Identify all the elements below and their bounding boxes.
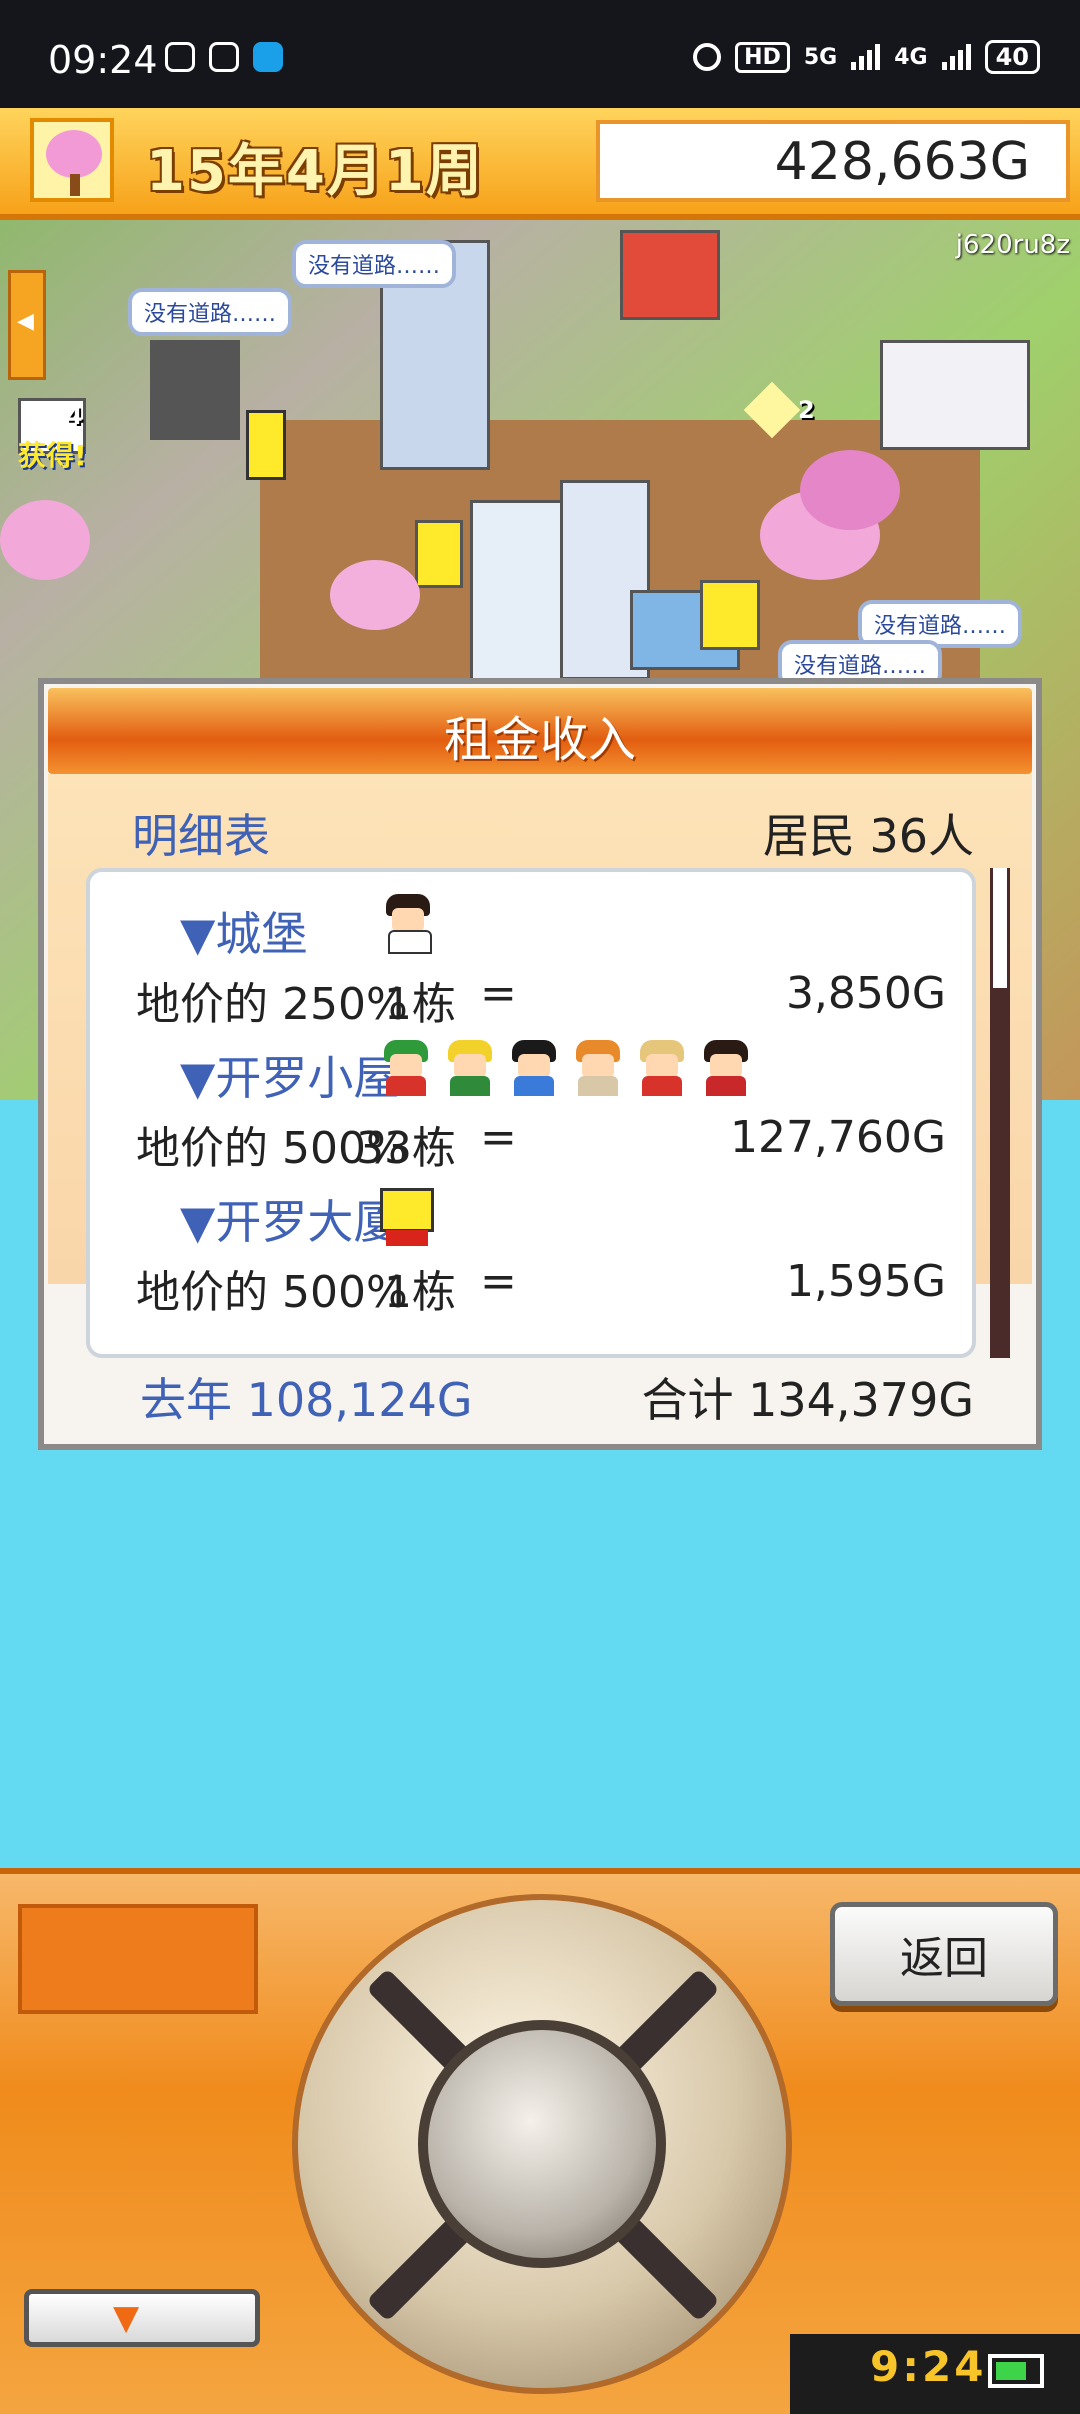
cherry-tree <box>330 560 420 630</box>
app-notification-icon <box>253 42 283 72</box>
dialog-title: 租金收入 <box>443 712 636 768</box>
cairo-mascot-icon <box>376 1180 438 1246</box>
battery-icon: 40 <box>984 40 1040 74</box>
hd-icon: HD <box>735 41 790 73</box>
building-type-cairo-house[interactable]: ▼开罗小屋 <box>180 1042 399 1108</box>
battery-icon <box>988 2354 1044 2388</box>
building-count: 1栋 <box>384 979 456 1030</box>
rent-amount: 1,595G <box>785 1256 946 1307</box>
alarm-icon <box>693 43 722 71</box>
cherry-tree-icon[interactable] <box>30 118 114 202</box>
resident-avatar <box>570 1038 626 1096</box>
game-date: 15年4月1周 <box>146 139 484 204</box>
empty-slot <box>18 1904 258 2014</box>
dpad-center-button[interactable] <box>418 2020 666 2268</box>
sparkle-count: 2 <box>798 396 815 424</box>
scrollbar-thumb[interactable] <box>990 988 1010 1358</box>
resident-avatar <box>380 892 436 954</box>
resident-avatar <box>506 1038 562 1096</box>
resident-count-badge: 4 <box>66 402 83 430</box>
no-road-bubble: 没有道路…… <box>292 240 457 288</box>
cherry-tree <box>0 500 90 580</box>
signal-icon <box>941 44 971 70</box>
game-clock: 9:24 <box>790 2334 1080 2414</box>
equals-sign: = <box>480 1112 517 1163</box>
no-road-bubble: 没有道路…… <box>128 288 293 336</box>
cairo-tower-building <box>415 520 463 588</box>
obtain-label: 获得! <box>18 439 87 472</box>
watermark-id: j620ru8z <box>955 230 1070 260</box>
signal-icon <box>851 44 881 70</box>
list-scrollbar[interactable] <box>990 868 1010 1358</box>
notification-icons <box>165 42 283 72</box>
building-count: 33栋 <box>356 1123 456 1174</box>
game-header: 15年4月1周 428,663G <box>0 108 1080 220</box>
cherry-tree <box>800 450 900 530</box>
scrollbar-track <box>990 868 1010 988</box>
rent-detail-list[interactable]: ▼城堡 地价的 250% 1栋 = 3,850G ▼开罗小屋 地价的 500% … <box>86 868 976 1358</box>
cairo-tower-building <box>700 580 760 650</box>
network-5g-label: 5G <box>803 44 838 70</box>
equals-sign: = <box>480 1256 517 1307</box>
rent-amount: 3,850G <box>785 968 946 1019</box>
money-display: 428,663G <box>596 120 1070 202</box>
detail-list-label: 明细表 <box>132 809 270 863</box>
cairo-mascot-sprite <box>246 410 286 480</box>
building-count: 1栋 <box>384 1267 456 1318</box>
total-income: 合计 134,379G <box>641 1373 975 1427</box>
shop-building <box>620 230 720 320</box>
market-building <box>880 340 1030 450</box>
equals-sign: = <box>480 968 517 1019</box>
network-4g-label: 4G <box>894 44 928 70</box>
dark-building <box>150 340 240 440</box>
resident-avatar <box>634 1038 690 1096</box>
status-time: 09:24 <box>48 38 158 82</box>
building-type-cairo-tower[interactable]: ▼开罗大厦 <box>180 1186 399 1252</box>
rent-amount: 127,760G <box>729 1112 946 1163</box>
system-icons: HD 5G 4G 40 <box>693 40 1040 74</box>
money-value: 428,663G <box>774 132 1030 192</box>
resident-avatar <box>442 1038 498 1096</box>
directional-pad[interactable] <box>292 1894 792 2394</box>
app-notification-icon <box>209 42 239 72</box>
down-arrow-icon: ▼ <box>113 2298 140 2338</box>
residents-count: 居民 36人 <box>762 809 974 863</box>
resident-avatar <box>378 1038 434 1096</box>
control-panel: 返回 ▼ 9:24 <box>0 1868 1080 2414</box>
building-type-castle[interactable]: ▼城堡 <box>180 898 307 964</box>
tower-building <box>470 500 570 700</box>
clock-time: 9:24 <box>870 2342 987 2391</box>
side-collapse-tab[interactable] <box>8 270 46 380</box>
app-notification-icon <box>165 42 195 72</box>
last-year-income: 去年 108,124G <box>140 1373 473 1427</box>
scroll-down-button[interactable]: ▼ <box>24 2289 260 2347</box>
dialog-title-bar: 租金收入 <box>48 688 1032 774</box>
resident-avatar <box>698 1038 754 1096</box>
rent-income-dialog: 租金收入 明细表 居民 36人 ▼城堡 地价的 250% 1栋 = 3,850G… <box>38 678 1042 1450</box>
back-button[interactable]: 返回 <box>830 1902 1058 2006</box>
status-bar: 09:24 HD 5G 4G 40 <box>0 0 1080 108</box>
